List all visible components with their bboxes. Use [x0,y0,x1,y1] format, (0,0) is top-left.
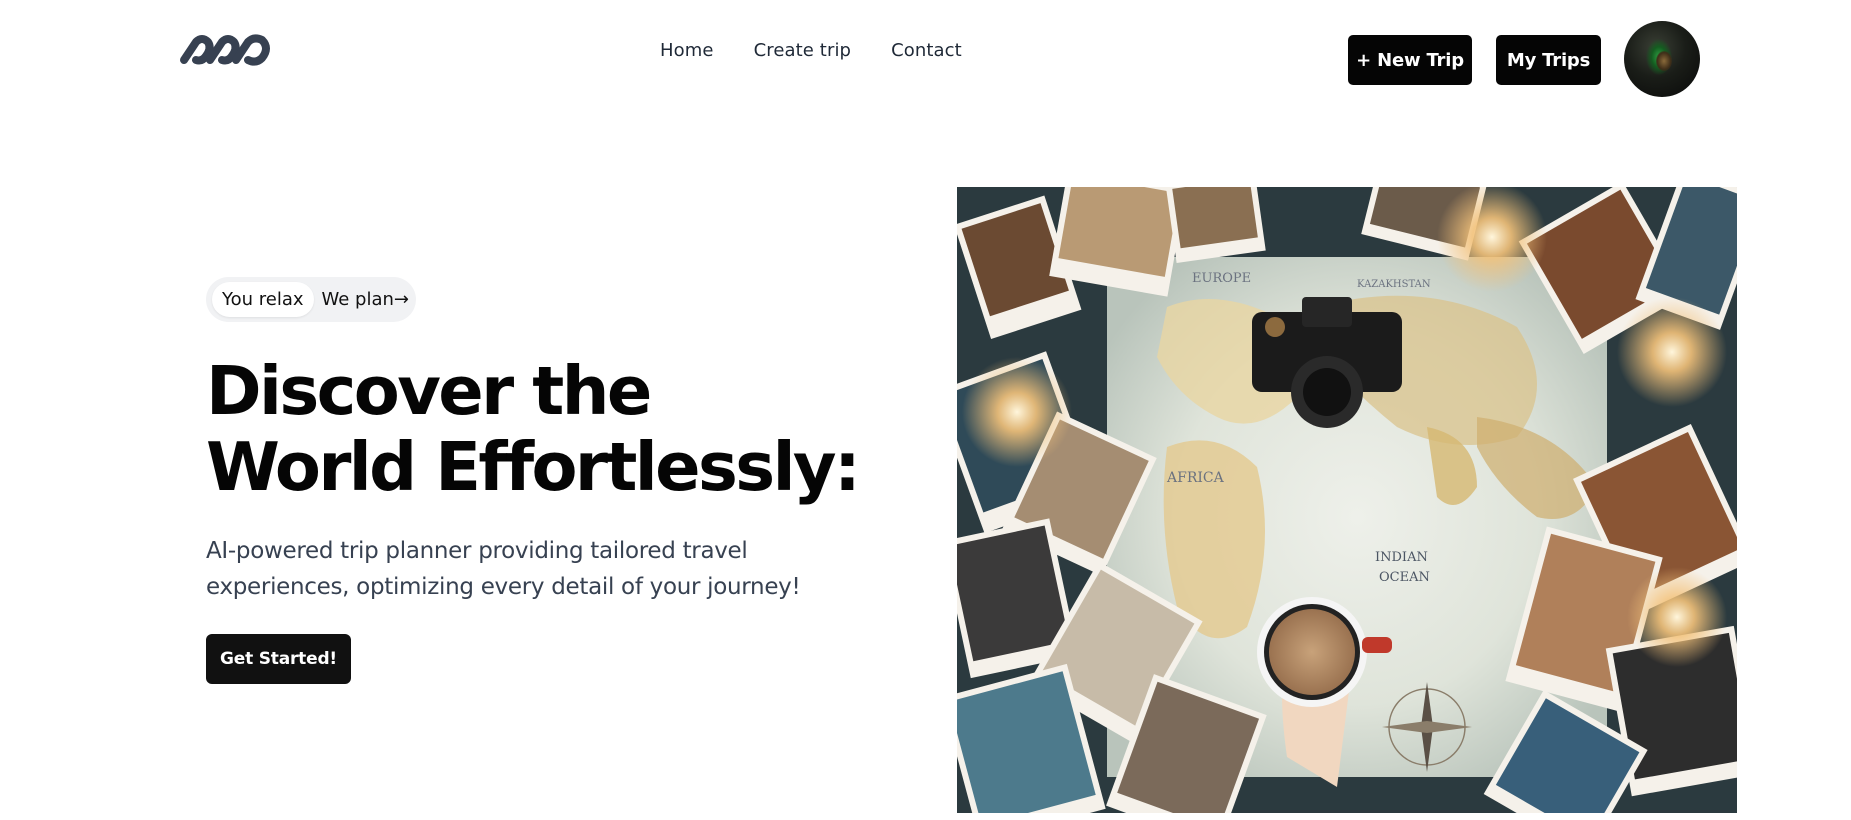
map-label-ocean: OCEAN [1379,570,1430,585]
nav-create-trip-link[interactable]: Create trip [754,40,852,61]
my-trips-button[interactable]: My Trips [1496,35,1601,85]
infinity-logo-icon[interactable] [176,30,276,70]
avatar-detail [1656,51,1672,71]
map-label-europe: EUROPE [1192,271,1251,286]
get-started-button[interactable]: Get Started! [206,634,351,684]
nav-links: Home Create trip Contact [660,40,962,61]
map-label-kazakhstan: KAZAKHSTAN [1357,279,1431,290]
tagline-pill: You relax We plan→ [206,277,416,322]
top-navbar: Home Create trip Contact + New Trip My T… [0,0,1851,120]
pill-you-relax: You relax [212,282,314,317]
nav-home-link[interactable]: Home [660,40,714,61]
user-avatar[interactable] [1624,21,1700,97]
hero-title-line2: World Effortlessly: [206,428,861,506]
travel-collage-illustration: EUROPE KAZAKHSTAN AFRICA INDIAN OCEAN [957,187,1737,813]
hero-title: Discover the World Effortlessly: [206,353,926,505]
map-label-indian: INDIAN [1375,550,1428,565]
pill-we-plan: We plan→ [321,289,410,310]
hero-travel-photo: EUROPE KAZAKHSTAN AFRICA INDIAN OCEAN [957,187,1737,813]
map-label-africa: AFRICA [1166,470,1225,486]
nav-contact-link[interactable]: Contact [891,40,962,61]
hero-description: AI-powered trip planner providing tailor… [206,538,801,600]
hero-title-line1: Discover the [206,352,652,430]
new-trip-button[interactable]: + New Trip [1348,35,1472,85]
